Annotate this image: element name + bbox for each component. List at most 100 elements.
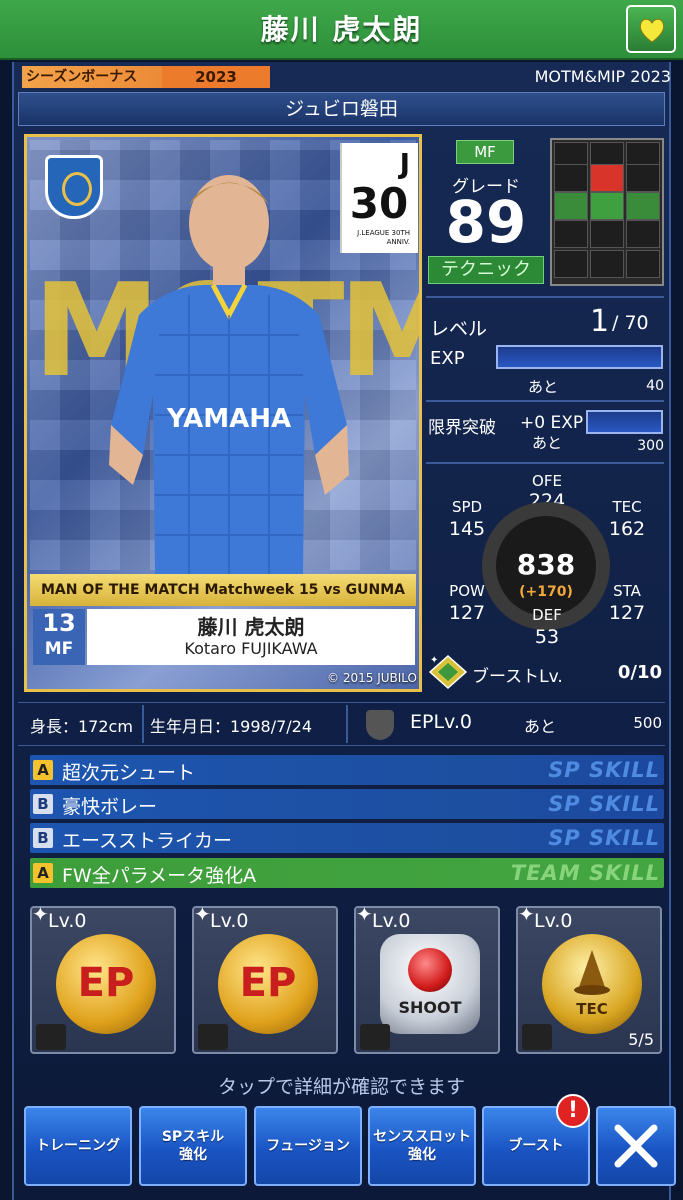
lock-icon bbox=[36, 1024, 66, 1050]
skill-type: SP SKILL bbox=[548, 758, 660, 782]
pitch-zone bbox=[554, 192, 588, 220]
jleague-subtitle: J.LEAGUE 30TH ANNIV. bbox=[357, 229, 410, 246]
stat-def-label: DEF bbox=[532, 606, 562, 624]
medal-label: EP bbox=[77, 960, 135, 1006]
stat-sta-label: STA bbox=[613, 582, 641, 600]
shoot-slot[interactable]: ✦ Lv.0 SHOOT bbox=[354, 902, 500, 1054]
close-button[interactable] bbox=[596, 1106, 676, 1186]
limit-break-exp: +0 EXP bbox=[520, 413, 584, 433]
boost-button-label: ブースト bbox=[508, 1138, 564, 1154]
ep-slot-2[interactable]: ✦ Lv.0 EP bbox=[192, 902, 338, 1054]
card-position: MF bbox=[44, 639, 74, 659]
boost-level-value: 0/10 bbox=[617, 662, 662, 683]
training-button[interactable]: トレーニング bbox=[24, 1106, 132, 1186]
pitch-zone bbox=[626, 164, 660, 192]
sp-skill-button-label-2: 強化 bbox=[179, 1147, 207, 1163]
stat-def-value: 53 bbox=[534, 626, 560, 648]
ep-remaining-label: あと bbox=[524, 717, 557, 736]
position-map bbox=[550, 138, 664, 286]
medal-label: TEC bbox=[576, 1000, 608, 1018]
ep-shield-icon bbox=[366, 710, 394, 740]
pitch-zone bbox=[626, 192, 660, 220]
player-birthdate: 生年月日：1998/7/24 bbox=[150, 717, 313, 736]
team-skill-row[interactable]: A FW全パラメータ強化A TEAM SKILL bbox=[30, 858, 664, 888]
cone-icon bbox=[574, 950, 610, 995]
skill-rank-badge: A bbox=[33, 760, 53, 780]
exp-progress-bar bbox=[496, 345, 663, 369]
team-name: ジュビロ磐田 bbox=[18, 92, 665, 126]
card-copyright: © 2015 JUBILO bbox=[327, 671, 417, 685]
ball-icon bbox=[408, 948, 452, 992]
skill-row[interactable]: B 豪快ボレー SP SKILL bbox=[30, 789, 664, 819]
player-photo: YAMAHA bbox=[109, 175, 349, 575]
boost-icon[interactable]: ✦ bbox=[428, 654, 468, 690]
pitch-zone bbox=[554, 164, 588, 192]
svg-text:✦: ✦ bbox=[430, 655, 438, 666]
slot-level: Lv.0 bbox=[372, 910, 411, 932]
player-name-title: 藤川 虎太朗 bbox=[260, 13, 423, 46]
season-bonus-label: シーズンボーナス bbox=[26, 69, 138, 85]
divider bbox=[142, 705, 144, 743]
pitch-zone bbox=[590, 192, 624, 220]
skill-row[interactable]: B エースストライカー SP SKILL bbox=[30, 823, 664, 853]
ep-level: EPLv.0 bbox=[410, 711, 472, 733]
ep-slot-1[interactable]: ✦ Lv.0 EP bbox=[30, 902, 176, 1054]
alert-badge: ! bbox=[556, 1094, 590, 1128]
favorite-button[interactable] bbox=[626, 5, 676, 53]
medal-label: EP bbox=[239, 960, 297, 1006]
skill-rank-badge: A bbox=[33, 863, 53, 883]
sparkle-icon: ✦ bbox=[356, 902, 373, 926]
slot-level: Lv.0 bbox=[48, 910, 87, 932]
divider bbox=[426, 400, 664, 402]
exp-remaining: 40 bbox=[646, 378, 664, 394]
sp-skill-enhance-button[interactable]: SPスキル 強化 bbox=[139, 1106, 247, 1186]
motm-match-strip: MAN OF THE MATCH Matchweek 15 vs GUNMA bbox=[30, 574, 416, 606]
slot-count: 5/5 bbox=[628, 1030, 654, 1049]
jleague-number: 30 bbox=[349, 179, 409, 228]
sparkle-icon: ✦ bbox=[32, 902, 49, 926]
skill-row[interactable]: A 超次元シュート SP SKILL bbox=[30, 755, 664, 785]
grade-value: 89 bbox=[445, 188, 527, 256]
limit-remaining-label: あと bbox=[532, 434, 563, 452]
pitch-zone bbox=[554, 250, 588, 278]
overall-value: 838 bbox=[516, 548, 576, 581]
pitch-zone-highlight bbox=[590, 164, 624, 192]
stat-pow-label: POW bbox=[449, 582, 485, 600]
card-name-en: Kotaro FUJIKAWA bbox=[184, 639, 318, 658]
fusion-button[interactable]: フュージョン bbox=[254, 1106, 362, 1186]
pitch-zone bbox=[554, 220, 588, 248]
sense-slot-button-label-2: 強化 bbox=[408, 1147, 436, 1163]
ep-remaining: 500 bbox=[633, 714, 662, 732]
level-max: / 70 bbox=[612, 312, 649, 334]
slot-level: Lv.0 bbox=[534, 910, 573, 932]
tec-medal-icon: TEC bbox=[542, 934, 642, 1034]
stat-tec-label: TEC bbox=[612, 498, 642, 516]
medal-label: SHOOT bbox=[398, 998, 462, 1017]
skill-name: FW全パラメータ強化A bbox=[62, 865, 257, 887]
pitch-zone bbox=[590, 220, 624, 248]
exp-label: EXP bbox=[430, 348, 465, 369]
playstyle-badge: テクニック bbox=[428, 256, 544, 284]
sense-slot-enhance-button[interactable]: センススロット 強化 bbox=[368, 1106, 476, 1186]
skill-type: SP SKILL bbox=[548, 792, 660, 816]
training-button-label: トレーニング bbox=[36, 1138, 120, 1154]
position-badge: MF bbox=[456, 140, 514, 164]
skill-type: TEAM SKILL bbox=[510, 861, 660, 885]
player-height: 身長：172cm bbox=[30, 717, 133, 736]
ep-medal-icon: EP bbox=[56, 934, 156, 1034]
club-crest-icon bbox=[45, 155, 103, 219]
stat-spd-label: SPD bbox=[451, 498, 483, 516]
level-label: レベル bbox=[430, 318, 488, 340]
card-name-jp: 藤川 虎太朗 bbox=[197, 615, 305, 639]
fusion-button-label: フュージョン bbox=[266, 1138, 350, 1154]
divider bbox=[426, 296, 664, 298]
limit-break-label: 限界突破 bbox=[428, 418, 496, 438]
tec-slot[interactable]: ✦ Lv.0 TEC 5/5 bbox=[516, 902, 662, 1054]
lock-icon bbox=[360, 1024, 390, 1050]
skill-name: 豪快ボレー bbox=[62, 796, 158, 818]
lock-icon bbox=[522, 1024, 552, 1050]
season-year: 2023 bbox=[195, 68, 237, 86]
svg-text:YAMAHA: YAMAHA bbox=[166, 404, 291, 434]
player-card[interactable]: MOTM YAMAHA J 30 J.LEAGUE 30TH ANNIV. MA… bbox=[24, 134, 422, 692]
sp-skill-button-label-1: SPスキル bbox=[161, 1129, 225, 1145]
